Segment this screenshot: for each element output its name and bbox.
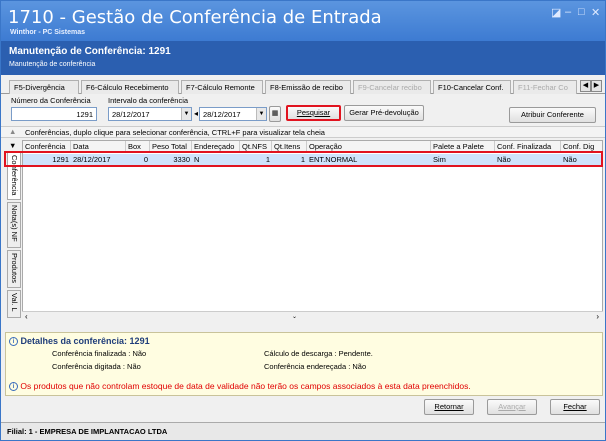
intervalo-label: Intervalo da conferência (108, 96, 189, 105)
numero-conferencia-input[interactable]: 1291 (11, 107, 97, 121)
window-title: 1710 - Gestão de Conferência de Entrada (8, 7, 382, 28)
fechar-button[interactable]: Fechar (550, 399, 600, 415)
column-menu-icon[interactable]: ▼ (9, 141, 16, 150)
tab-fechar-conf[interactable]: F11-Fechar Co (513, 80, 577, 94)
close-button[interactable]: ✕ (591, 6, 600, 19)
warning-message: i Os produtos que não controlam estoque … (9, 381, 471, 392)
calendar-icon[interactable]: ▦ (269, 106, 281, 122)
grid-hint: Conferências, duplo clique para selecion… (1, 126, 605, 138)
title-bar: 1710 - Gestão de Conferência de Entrada … (1, 1, 605, 41)
date-to-input[interactable]: 28/12/2017 ▼ (199, 107, 267, 121)
scroll-right-icon[interactable]: › (596, 312, 599, 321)
info-icon: i (9, 337, 18, 347)
date-to-dropdown-icon[interactable]: ▼ (256, 108, 266, 120)
selected-row-highlight (4, 151, 603, 167)
tab-cancelar-recibo[interactable]: F9-Cancelar recibo (353, 80, 431, 94)
details-title: i Detalhes da conferência: 1291 (9, 336, 150, 347)
detail-calculo: Cálculo de descarga : Pendente. (264, 349, 373, 358)
page-title: Manutenção de Conferência: 1291 (9, 46, 171, 57)
date-from-input[interactable]: 28/12/2017 ▼ (108, 107, 192, 121)
numero-label: Número da Conferência (11, 96, 91, 105)
status-text: Filial: 1 - EMPRESA DE IMPLANTACAO LTDA (7, 427, 168, 436)
page-header: Manutenção de Conferência: 1291 Manutenç… (1, 41, 605, 75)
detail-finalizada: Conferência finalizada : Não (52, 349, 147, 358)
tab-scroll-right-icon[interactable]: ▶ (591, 80, 602, 92)
tab-scroll-left-icon[interactable]: ◀ (580, 80, 591, 92)
atribuir-conferente-button[interactable]: Atribuir Conferente (509, 107, 596, 123)
date-from-dropdown-icon[interactable]: ▼ (181, 108, 191, 120)
maximize-button[interactable]: □ (578, 6, 585, 18)
date-separator: ◂ (194, 109, 199, 118)
warning-info-icon: i (9, 382, 18, 392)
restore-icon[interactable]: ◪ (551, 6, 561, 19)
page-subtitle: Manutenção de conferência (9, 61, 96, 68)
tab-cancelar-conf[interactable]: F10-Cancelar Conf. (433, 80, 511, 94)
horizontal-scrollbar[interactable]: ‹ ⌄ › (22, 311, 603, 322)
collapse-up-icon[interactable]: ▲ (9, 127, 16, 136)
minimize-button[interactable]: – (565, 6, 571, 18)
side-tabs: Conferência Nota(s) NF Produtos Val. L (7, 152, 21, 320)
side-tab-produtos[interactable]: Produtos (7, 250, 21, 288)
splitter-handle-icon[interactable]: ⌄ (292, 313, 297, 320)
tab-emissao-recibo[interactable]: F8-Emissão de recibo (265, 80, 351, 94)
tab-calculo-remonte[interactable]: F7-Cálculo Remonte (181, 80, 263, 94)
side-tab-notas[interactable]: Nota(s) NF (7, 202, 21, 248)
avancar-button[interactable]: Avançar (487, 399, 537, 415)
gerar-pre-devolucao-button[interactable]: Gerar Pré-devolução (344, 105, 424, 121)
footer-buttons: Retornar Avançar Fechar (5, 398, 603, 416)
detail-digitada: Conferência digitada : Não (52, 362, 141, 371)
status-bar: Filial: 1 - EMPRESA DE IMPLANTACAO LTDA (1, 422, 605, 440)
date-to-value: 28/12/2017 (203, 110, 241, 119)
grid-hint-text: Conferências, duplo clique para selecion… (25, 128, 325, 137)
window-subtitle: Winthor - PC Sistemas (10, 29, 86, 36)
conferencias-table[interactable]: Conferência Data Box Peso Total Endereça… (22, 140, 603, 322)
date-from-value: 28/12/2017 (112, 110, 150, 119)
function-tabs: F5-Divergência F6-Cálculo Recebimento F7… (1, 79, 605, 94)
side-tab-val[interactable]: Val. L (7, 290, 21, 318)
tab-divergencia[interactable]: F5-Divergência (9, 80, 79, 94)
scroll-left-icon[interactable]: ‹ (25, 312, 28, 321)
detail-enderecada: Conferência endereçada : Não (264, 362, 367, 371)
retornar-button[interactable]: Retornar (424, 399, 474, 415)
pesquisar-button[interactable]: Pesquisar (286, 105, 341, 121)
details-panel: i Detalhes da conferência: 1291 Conferên… (5, 332, 603, 396)
tab-calculo-recebimento[interactable]: F6-Cálculo Recebimento (81, 80, 179, 94)
app-window: 1710 - Gestão de Conferência de Entrada … (0, 0, 606, 441)
